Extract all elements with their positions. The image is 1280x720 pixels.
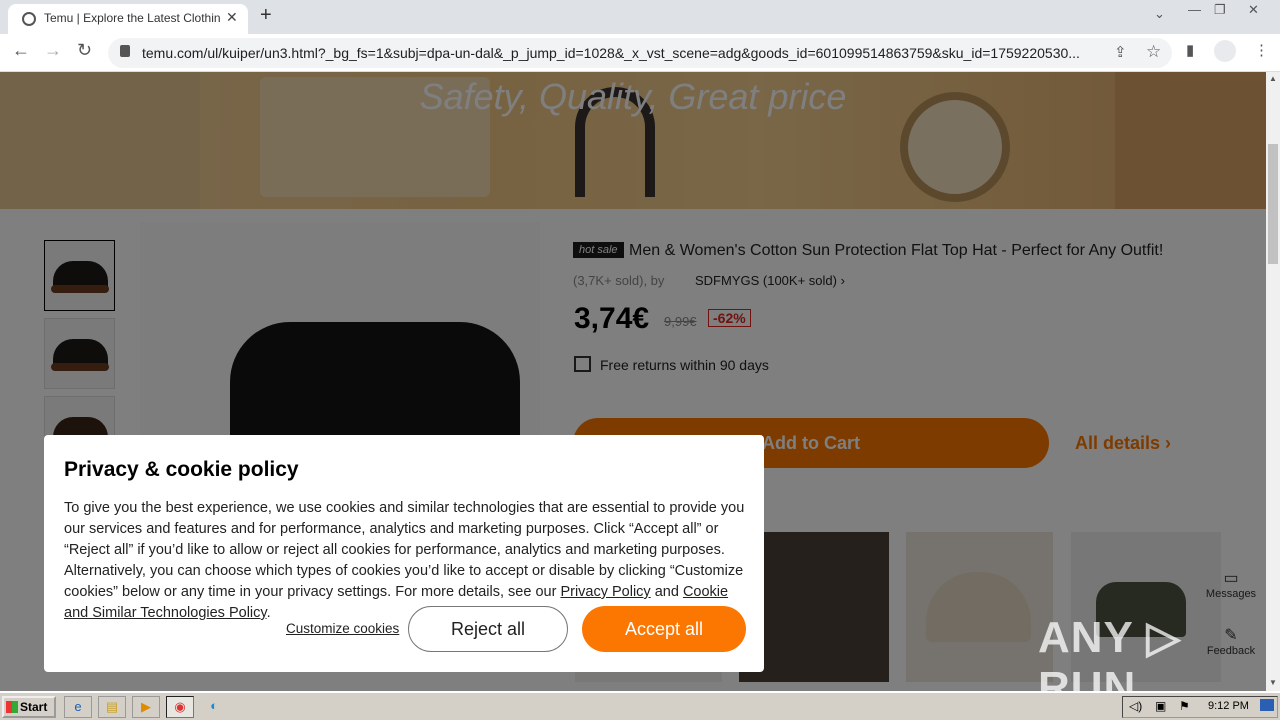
network-icon[interactable]: ▣ <box>1155 699 1166 713</box>
system-tray: ◁) ▣ ⚑ <box>1122 696 1278 718</box>
chrome-icon[interactable]: ◉ <box>166 696 194 718</box>
new-tab-button[interactable]: + <box>260 4 272 27</box>
close-tab-icon[interactable]: ✕ <box>226 9 238 26</box>
reject-all-button[interactable]: Reject all <box>408 606 568 652</box>
cookie-dialog-title: Privacy & cookie policy <box>64 458 299 481</box>
os-taskbar: Start e ▤ ▶ ◉ ◐ ◁) ▣ ⚑ 9:12 PM <box>0 692 1280 720</box>
ie-icon[interactable]: e <box>64 696 92 718</box>
profile-avatar[interactable] <box>1214 40 1236 62</box>
privacy-policy-link[interactable]: Privacy Policy <box>560 584 650 600</box>
forward-button[interactable]: → <box>44 40 62 61</box>
reload-button[interactable]: ↻ <box>77 40 92 61</box>
show-desktop-icon[interactable] <box>1260 699 1274 711</box>
tab-title: Temu | Explore the Latest Clothing, B <box>44 11 220 25</box>
tab-search-icon[interactable]: ⌄ <box>1154 6 1165 22</box>
windows-logo-icon <box>6 701 18 713</box>
window-close-button[interactable]: ✕ <box>1248 2 1259 18</box>
browser-toolbar: ← → ↻ temu.com/ul/kuiper/un3.html?_bg_fs… <box>0 34 1280 72</box>
scrollbar-thumb[interactable] <box>1268 144 1278 264</box>
browser-menu-icon[interactable]: ⋮ <box>1254 41 1269 59</box>
scroll-up-icon[interactable]: ▲ <box>1269 74 1277 83</box>
tab-bar: Temu | Explore the Latest Clothing, B ✕ … <box>0 0 1280 34</box>
volume-icon[interactable]: ◁) <box>1129 699 1142 713</box>
flag-icon[interactable]: ⚑ <box>1179 699 1190 713</box>
start-button[interactable]: Start <box>2 696 56 718</box>
side-panel-icon[interactable]: ▮ <box>1186 41 1194 59</box>
accept-all-button[interactable]: Accept all <box>582 606 746 652</box>
folder-icon[interactable]: ▤ <box>98 696 126 718</box>
share-icon[interactable]: ⇪ <box>1114 43 1127 61</box>
globe-icon <box>22 12 36 26</box>
bookmark-star-icon[interactable]: ☆ <box>1146 42 1161 62</box>
minimize-button[interactable]: — <box>1188 2 1201 17</box>
edge-icon[interactable]: ◐ <box>200 696 228 718</box>
page-scrollbar[interactable]: ▲ ▼ <box>1266 72 1280 691</box>
cookie-and-text: and <box>650 584 683 600</box>
cookie-period: . <box>266 605 271 621</box>
cookie-dialog: Privacy & cookie policy To give you the … <box>44 435 764 672</box>
back-button[interactable]: ← <box>12 40 30 61</box>
clock: 9:12 PM <box>1208 700 1249 712</box>
media-player-icon[interactable]: ▶ <box>132 696 160 718</box>
address-bar[interactable]: temu.com/ul/kuiper/un3.html?_bg_fs=1&sub… <box>108 38 1172 68</box>
url-text[interactable]: temu.com/ul/kuiper/un3.html?_bg_fs=1&sub… <box>142 45 1112 61</box>
browser-tab[interactable]: Temu | Explore the Latest Clothing, B ✕ <box>8 4 248 34</box>
restore-button[interactable]: ❐ <box>1214 2 1226 18</box>
start-label: Start <box>20 700 48 714</box>
customize-cookies-link[interactable]: Customize cookies <box>286 621 399 636</box>
lock-icon <box>120 45 130 57</box>
